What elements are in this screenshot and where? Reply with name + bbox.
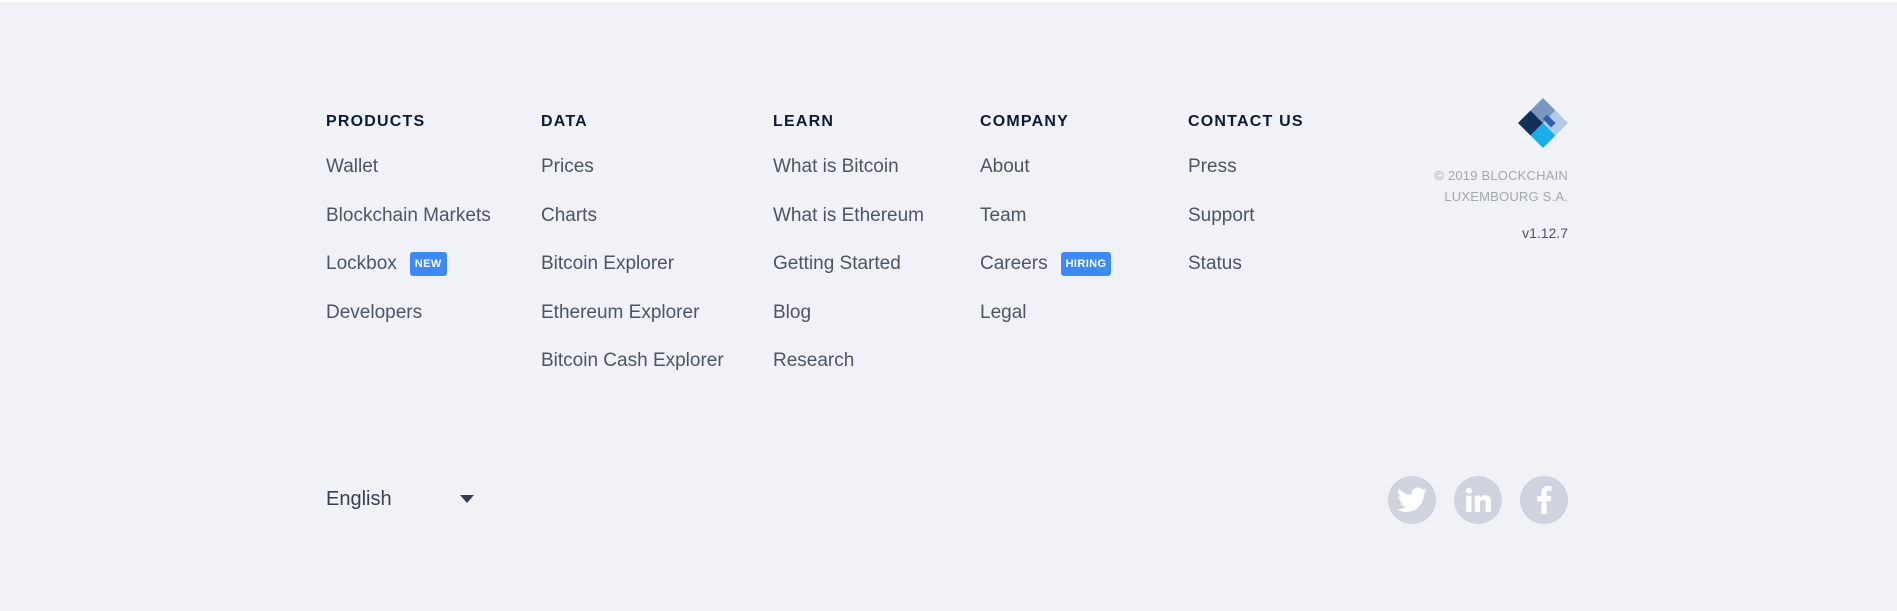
footer-column-contact-us: CONTACT US Press Support Status [1188, 112, 1304, 300]
footer-link-label: About [980, 156, 1030, 177]
linkedin-icon [1465, 487, 1491, 512]
footer-link-label: Developers [326, 301, 423, 323]
hiring-badge: HIRING [1060, 252, 1112, 276]
footer-link-label: Research [773, 350, 855, 371]
footer-link-team[interactable]: Team [980, 203, 1111, 229]
footer-link-label: Prices [541, 156, 594, 177]
twitter-button[interactable] [1388, 476, 1436, 524]
twitter-icon [1397, 487, 1427, 512]
footer-link-label: Press [1188, 156, 1237, 177]
footer-link-bitcoin-cash-explorer[interactable]: Bitcoin Cash Explorer [541, 348, 724, 374]
link-list-data: Prices Charts Bitcoin Explorer Ethereum … [541, 154, 724, 374]
link-list-learn: What is Bitcoin What is Ethereum Getting… [773, 154, 924, 374]
footer-link-developers[interactable]: Developers [326, 300, 491, 326]
footer-link-label: Team [980, 204, 1027, 226]
footer-link-prices[interactable]: Prices [541, 154, 724, 180]
footer-link-ethereum-explorer[interactable]: Ethereum Explorer [541, 300, 724, 326]
column-heading-learn: LEARN [773, 113, 835, 130]
footer-link-label: Ethereum Explorer [541, 301, 700, 323]
column-heading-data: DATA [541, 113, 588, 130]
footer-link-label: Getting Started [773, 253, 901, 274]
link-list-products: Wallet Blockchain Markets Lockbox NEW Dev… [326, 154, 491, 326]
footer-link-what-is-ethereum[interactable]: What is Ethereum [773, 203, 924, 229]
footer-link-getting-started[interactable]: Getting Started [773, 251, 924, 277]
footer-link-press[interactable]: Press [1188, 154, 1304, 180]
footer-link-support[interactable]: Support [1188, 203, 1304, 229]
footer-link-label: Bitcoin Cash Explorer [541, 350, 724, 371]
new-badge: NEW [409, 252, 447, 276]
footer-link-label: Lockbox [326, 253, 397, 274]
footer-link-label: Support [1188, 204, 1255, 226]
blockchain-logo-icon[interactable] [1518, 98, 1568, 148]
footer-column-learn: LEARN What is Bitcoin What is Ethereum G… [773, 112, 924, 397]
footer-link-legal[interactable]: Legal [980, 300, 1111, 326]
footer-link-blog[interactable]: Blog [773, 300, 924, 326]
footer-link-lockbox[interactable]: Lockbox NEW [326, 251, 491, 277]
facebook-button[interactable] [1520, 476, 1568, 524]
footer-link-status[interactable]: Status [1188, 251, 1304, 277]
footer-link-careers[interactable]: Careers HIRING [980, 251, 1112, 277]
facebook-icon [1537, 486, 1552, 514]
footer-link-label: Status [1188, 253, 1242, 274]
version-label: v1.12.7 [1522, 225, 1568, 241]
footer-link-label: Blog [773, 301, 812, 323]
footer-link-about[interactable]: About [980, 154, 1111, 180]
social-links [1388, 476, 1568, 524]
footer-link-what-is-bitcoin[interactable]: What is Bitcoin [773, 154, 924, 180]
column-heading-company: COMPANY [980, 113, 1069, 130]
link-list-company: About Team Careers HIRING Legal [980, 154, 1112, 326]
link-list-contact-us: Press Support Status [1188, 154, 1304, 277]
footer-link-label: Legal [980, 301, 1027, 323]
footer-link-charts[interactable]: Charts [541, 203, 724, 229]
footer-link-label: Blockchain Markets [326, 204, 491, 226]
footer-link-research[interactable]: Research [773, 348, 924, 374]
copyright-line: © 2019 BLOCKCHAIN [1434, 168, 1568, 183]
language-selected-value: English [326, 487, 392, 510]
column-heading-contact-us: CONTACT US [1188, 113, 1304, 130]
chevron-down-icon [460, 495, 474, 503]
footer-link-label: What is Bitcoin [773, 156, 899, 177]
footer-link-label: Bitcoin Explorer [541, 253, 675, 274]
footer-link-label: Wallet [326, 156, 379, 177]
footer-column-company: COMPANY About Team Careers HIRING Legal [980, 112, 1112, 348]
copyright-text: © 2019 BLOCKCHAIN LUXEMBOURG S.A. [1434, 165, 1568, 207]
footer-link-label: What is Ethereum [773, 204, 924, 226]
site-footer: PRODUCTS Wallet Blockchain Markets Lockb… [0, 2, 1897, 611]
language-dropdown[interactable]: English [326, 485, 476, 513]
footer-link-label: Careers [980, 253, 1048, 274]
footer-link-bitcoin-explorer[interactable]: Bitcoin Explorer [541, 251, 724, 277]
footer-link-wallet[interactable]: Wallet [326, 154, 491, 180]
footer-link-label: Charts [541, 204, 597, 226]
footer-link-blockchain-markets[interactable]: Blockchain Markets [326, 203, 491, 229]
footer-column-data: DATA Prices Charts Bitcoin Explorer Ethe… [541, 112, 724, 397]
brand-block: © 2019 BLOCKCHAIN LUXEMBOURG S.A. v1.12.… [1434, 98, 1568, 241]
copyright-line: LUXEMBOURG S.A. [1444, 189, 1568, 204]
linkedin-button[interactable] [1454, 476, 1502, 524]
column-heading-products: PRODUCTS [326, 113, 426, 130]
footer-column-products: PRODUCTS Wallet Blockchain Markets Lockb… [326, 112, 491, 348]
